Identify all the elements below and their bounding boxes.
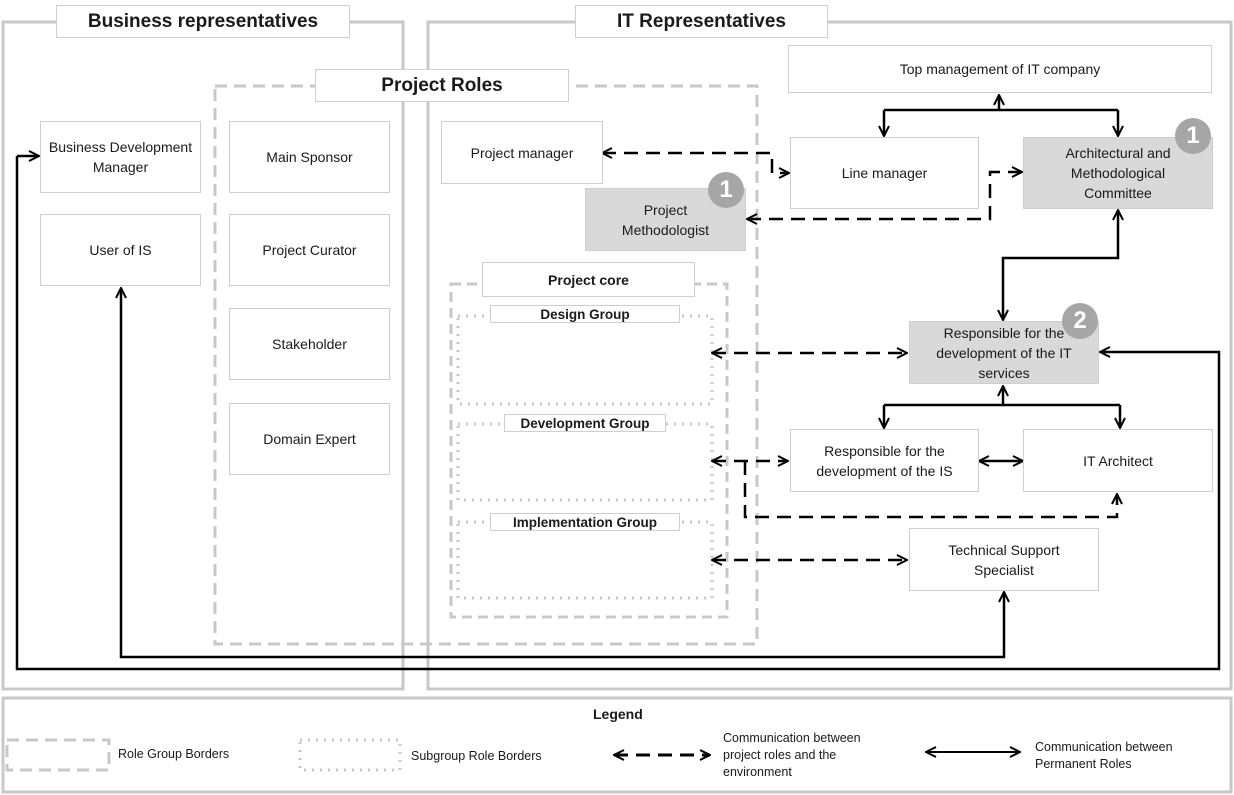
implementation-group-border bbox=[456, 520, 714, 600]
role-domain-expert[interactable]: Domain Expert bbox=[229, 403, 390, 475]
design-group-border bbox=[456, 314, 714, 406]
legend-dotted-sample bbox=[298, 738, 402, 772]
badge-project-methodologist: 1 bbox=[708, 172, 744, 208]
legend-title: Legend bbox=[593, 706, 643, 722]
development-group-title: Development Group bbox=[504, 414, 666, 432]
implementation-group-title: Implementation Group bbox=[490, 513, 680, 531]
diagram-canvas bbox=[1, 20, 1233, 794]
role-stakeholder[interactable]: Stakeholder bbox=[229, 308, 390, 380]
role-main-sponsor[interactable]: Main Sponsor bbox=[229, 121, 390, 193]
badge-arch-committee: 1 bbox=[1175, 118, 1211, 154]
role-project-curator[interactable]: Project Curator bbox=[229, 214, 390, 286]
role-user-of-is[interactable]: User of IS bbox=[40, 214, 201, 286]
project-roles-title: Project Roles bbox=[315, 69, 569, 102]
role-top-management[interactable]: Top management of IT company bbox=[788, 45, 1212, 93]
role-line-manager[interactable]: Line manager bbox=[790, 137, 979, 209]
project-core-title: Project core bbox=[482, 262, 695, 297]
role-business-development-manager[interactable]: Business Development Manager bbox=[40, 121, 201, 193]
legend-role-group-borders: Role Group Borders bbox=[118, 747, 230, 761]
legend-dashed-sample bbox=[5, 738, 111, 772]
role-project-manager[interactable]: Project manager bbox=[441, 121, 603, 184]
role-responsible-is[interactable]: Responsible for the development of the I… bbox=[790, 429, 979, 492]
business-representatives-title: Business representatives bbox=[56, 5, 350, 38]
it-representatives-title: IT Representatives bbox=[575, 5, 828, 38]
project-core-border bbox=[449, 282, 729, 619]
design-group-title: Design Group bbox=[490, 305, 680, 323]
role-technical-support-specialist[interactable]: Technical Support Specialist bbox=[909, 528, 1099, 591]
arrow-pm-line-manager bbox=[602, 153, 789, 173]
legend-solid-arrow-label: Communication between Permanent Roles bbox=[1035, 740, 1173, 771]
legend-subgroup-role-borders: Subgroup Role Borders bbox=[411, 749, 542, 763]
arrow-committee-it-services bbox=[1003, 210, 1118, 320]
development-group-border bbox=[456, 422, 714, 502]
legend-dashed-arrow-label: Communication between project roles and … bbox=[723, 731, 861, 779]
badge-resp-it-services: 2 bbox=[1062, 303, 1098, 339]
role-it-architect[interactable]: IT Architect bbox=[1023, 429, 1213, 492]
